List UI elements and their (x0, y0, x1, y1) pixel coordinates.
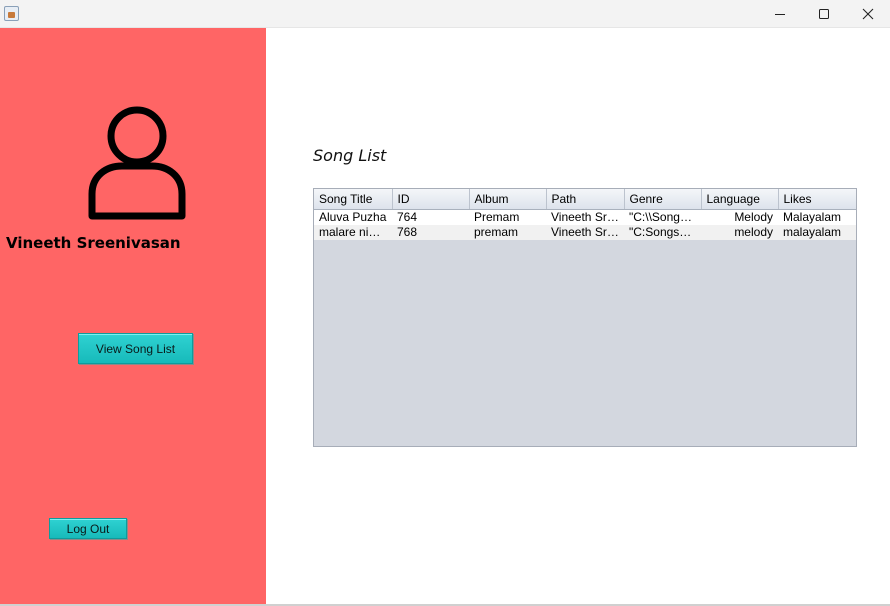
table-cell[interactable]: Aluva Puzha (314, 209, 392, 225)
table-cell[interactable]: Premam (469, 209, 546, 225)
log-out-button[interactable]: Log Out (49, 518, 127, 539)
song-table-scrollpane[interactable]: Song Title ID Album Path Genre Language … (313, 188, 857, 447)
user-name-label: Vineeth Sreenivasan (6, 234, 181, 252)
column-header-album[interactable]: Album (469, 189, 547, 210)
user-avatar-icon (88, 106, 186, 220)
table-cell[interactable]: 768 (392, 224, 469, 240)
column-header-path[interactable]: Path (546, 189, 625, 210)
column-header-song-title[interactable]: Song Title (314, 189, 393, 210)
table-cell[interactable]: Vineeth Sre... (546, 224, 624, 240)
table-row[interactable]: Aluva Puzha 764 Premam Vineeth Sre... "C… (314, 209, 856, 225)
song-table[interactable]: Song Title ID Album Path Genre Language … (314, 189, 856, 240)
java-app-icon (4, 6, 19, 21)
table-cell[interactable]: Vineeth Sre... (546, 209, 624, 225)
table-cell[interactable]: premam (469, 224, 546, 240)
close-icon (862, 8, 874, 20)
column-header-genre[interactable]: Genre (624, 189, 702, 210)
minimize-icon (775, 14, 785, 15)
table-cell[interactable]: "C:\\Songs\\... (624, 209, 701, 225)
table-cell[interactable]: melody (701, 224, 778, 240)
table-row[interactable]: malare ninne 768 premam Vineeth Sre... "… (314, 224, 856, 240)
section-title: Song List (313, 146, 387, 165)
column-header-likes[interactable]: Likes (778, 189, 856, 210)
table-cell[interactable]: Melody (701, 209, 778, 225)
minimize-button[interactable] (758, 0, 802, 28)
table-header-row: Song Title ID Album Path Genre Language … (314, 189, 856, 210)
table-cell[interactable]: Malayalam (778, 209, 856, 225)
column-header-id[interactable]: ID (392, 189, 470, 210)
close-button[interactable] (846, 0, 890, 28)
sidebar-panel: Vineeth Sreenivasan View Song List Log O… (0, 28, 266, 604)
maximize-icon (819, 9, 829, 19)
table-cell[interactable]: "C:SongsM... (624, 224, 701, 240)
column-header-language[interactable]: Language (701, 189, 779, 210)
table-cell[interactable]: malayalam (778, 224, 856, 240)
view-song-list-button[interactable]: View Song List (78, 333, 193, 364)
table-cell[interactable]: malare ninne (314, 224, 392, 240)
main-panel: Song List Song Title ID Album Path Genre… (266, 28, 890, 604)
title-bar (0, 0, 890, 28)
maximize-button[interactable] (802, 0, 846, 28)
table-cell[interactable]: 764 (392, 209, 469, 225)
